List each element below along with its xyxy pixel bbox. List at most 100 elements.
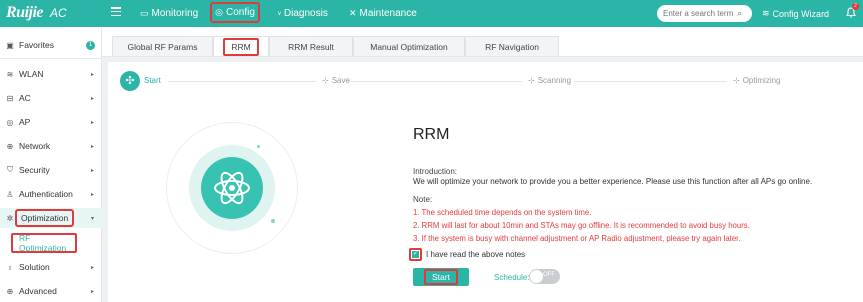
sidebar-item-label: WLAN bbox=[19, 69, 44, 79]
chevron-right-icon: ▸ bbox=[90, 143, 94, 150]
step-connector bbox=[574, 81, 727, 82]
chevron-right-icon: ▸ bbox=[90, 95, 94, 102]
toggle-knob bbox=[530, 270, 543, 283]
progress-steps: ✣ Start ⊹ Save ⊹ Scanning ⊹ Optimizing bbox=[108, 62, 863, 100]
optimizing-step-icon: ⊹ bbox=[733, 76, 740, 85]
save-step-icon: ⊹ bbox=[322, 76, 329, 85]
chevron-down-icon: ▾ bbox=[90, 215, 94, 222]
top-navigation-bar: Ruijie AC ▭ Monitoring ◎ Config ᵛ Diagno… bbox=[0, 0, 863, 27]
chevron-right-icon: ▸ bbox=[90, 167, 94, 174]
network-icon: ⊕ bbox=[6, 141, 14, 151]
sidebar-subitem-rf-optimization[interactable]: RF Optimization bbox=[11, 233, 77, 253]
sidebar-item-label: AC bbox=[19, 93, 31, 103]
tab-rrm-result[interactable]: RRM Result bbox=[269, 36, 353, 56]
tab-label: RRM bbox=[223, 37, 259, 56]
chevron-right-icon: ▸ bbox=[90, 119, 94, 126]
sidebar-item-label: Security bbox=[19, 165, 50, 175]
advanced-icon: ⊕ bbox=[6, 286, 14, 296]
tab-bar: Global RF Params RRM RRM Result Manual O… bbox=[102, 27, 863, 57]
step-scanning: ⊹ Scanning bbox=[528, 76, 571, 85]
tab-manual-optimization[interactable]: Manual Optimization bbox=[353, 36, 465, 56]
scanning-step-icon: ⊹ bbox=[528, 76, 535, 85]
read-notes-checkbox[interactable]: ✓ bbox=[409, 248, 422, 261]
step-optimizing: ⊹ Optimizing bbox=[733, 76, 781, 85]
product-name: AC bbox=[50, 6, 67, 20]
step-save: ⊹ Save bbox=[322, 76, 350, 85]
tab-rrm[interactable]: RRM bbox=[213, 36, 269, 56]
sidebar-item-optimization[interactable]: ✲ Optimization ▾ bbox=[0, 208, 102, 228]
sidebar-item-label: AP bbox=[19, 117, 31, 127]
illustration-ring bbox=[189, 145, 275, 231]
sidebar-item-security[interactable]: ⛉ Security ▸ bbox=[0, 160, 102, 180]
sidebar-item-solution[interactable]: ♁ Solution ▸ bbox=[0, 257, 102, 277]
config-wizard-label: Config Wizard bbox=[772, 8, 830, 19]
notification-bell-icon[interactable]: 2 bbox=[845, 3, 859, 18]
note-item: 1. The scheduled time depends on the sys… bbox=[413, 208, 592, 217]
sidebar-item-label: Solution bbox=[19, 262, 50, 272]
search-box[interactable]: ⌕ bbox=[657, 5, 752, 22]
sidebar-item-favorites[interactable]: ▣ Favorites 1 bbox=[0, 35, 102, 55]
sidebar-item-label: Favorites bbox=[19, 40, 54, 50]
start-step-icon: ✣ bbox=[120, 71, 140, 91]
atom-icon bbox=[201, 157, 263, 219]
nav-monitoring[interactable]: ▭ Monitoring bbox=[140, 0, 198, 27]
user-icon: ♙ bbox=[6, 189, 14, 199]
tab-rf-navigation[interactable]: RF Navigation bbox=[465, 36, 559, 56]
read-notes-label[interactable]: I have read the above notes bbox=[426, 250, 525, 259]
tab-label: Manual Optimization bbox=[370, 41, 448, 52]
menu-toggle-icon[interactable] bbox=[111, 7, 121, 17]
step-label: Start bbox=[144, 76, 161, 85]
chevron-right-icon: ▸ bbox=[90, 191, 94, 198]
decor-dot bbox=[271, 219, 275, 223]
search-icon[interactable]: ⌕ bbox=[737, 8, 742, 19]
step-label: Optimizing bbox=[742, 76, 781, 85]
config-wizard-link[interactable]: ≋ Config Wizard bbox=[762, 0, 829, 27]
chevron-right-icon: ▸ bbox=[90, 264, 94, 271]
step-start: Start bbox=[144, 76, 161, 85]
favorites-count-badge: 1 bbox=[86, 40, 95, 50]
sidebar-item-ap[interactable]: ◎ AP ▸ bbox=[0, 112, 102, 132]
ac-icon: ⊟ bbox=[6, 93, 14, 103]
schedule-toggle[interactable]: OFF bbox=[529, 269, 560, 284]
note-item: 3. If the system is busy with channel ad… bbox=[413, 234, 741, 243]
search-input[interactable] bbox=[663, 9, 737, 18]
intro-heading: Introduction: bbox=[413, 167, 458, 176]
nav-maintenance[interactable]: ✕ Maintenance bbox=[349, 0, 417, 27]
decor-dot bbox=[257, 145, 260, 148]
ap-icon: ◎ bbox=[6, 117, 14, 127]
sidebar-item-wlan[interactable]: ≋ WLAN ▸ bbox=[0, 64, 102, 84]
optimization-icon: ✲ bbox=[6, 213, 14, 223]
nav-config[interactable]: ◎ Config bbox=[210, 2, 260, 23]
page-title: RRM bbox=[413, 126, 450, 143]
brand-name: Ruijie bbox=[6, 4, 44, 21]
start-button[interactable]: Start bbox=[413, 268, 469, 286]
monitor-icon: ▭ bbox=[140, 8, 149, 18]
sidebar-item-ac[interactable]: ⊟ AC ▸ bbox=[0, 88, 102, 108]
favorites-icon: ▣ bbox=[6, 40, 14, 50]
note-heading: Note: bbox=[413, 195, 433, 204]
nav-diagnosis-label: Diagnosis bbox=[283, 8, 328, 19]
toggle-state-label: OFF bbox=[543, 272, 555, 278]
sidebar-item-label: Advanced bbox=[19, 286, 57, 296]
sidebar-item-network[interactable]: ⊕ Network ▸ bbox=[0, 136, 102, 156]
sidebar-item-advanced[interactable]: ⊕ Advanced ▸ bbox=[0, 281, 102, 301]
step-label: Scanning bbox=[537, 76, 572, 85]
shield-icon: ⛉ bbox=[7, 165, 13, 174]
sidebar-item-authentication[interactable]: ♙ Authentication ▸ bbox=[0, 184, 102, 204]
sidebar-item-label: Network bbox=[19, 141, 51, 151]
step-connector bbox=[348, 81, 522, 82]
nav-maintenance-label: Maintenance bbox=[359, 8, 417, 19]
note-item: 2. RRM will last for about 10min and STA… bbox=[413, 221, 750, 230]
nav-diagnosis[interactable]: ᵛ Diagnosis bbox=[278, 0, 328, 27]
sidebar-item-label: Optimization bbox=[15, 209, 75, 227]
wlan-icon: ≋ bbox=[6, 69, 14, 79]
tab-global-rf-params[interactable]: Global RF Params bbox=[112, 36, 213, 56]
checkmark-icon: ✓ bbox=[412, 251, 419, 258]
sidebar-item-label: Authentication bbox=[19, 189, 73, 199]
chevron-right-icon: ▸ bbox=[90, 71, 94, 78]
nav-monitoring-label: Monitoring bbox=[151, 8, 199, 19]
maintenance-icon: ✕ bbox=[349, 8, 357, 18]
config-gear-icon: ◎ bbox=[215, 7, 223, 17]
solution-icon: ♁ bbox=[7, 262, 13, 272]
rrm-panel: ✣ Start ⊹ Save ⊹ Scanning ⊹ Optimizing R… bbox=[108, 62, 863, 302]
